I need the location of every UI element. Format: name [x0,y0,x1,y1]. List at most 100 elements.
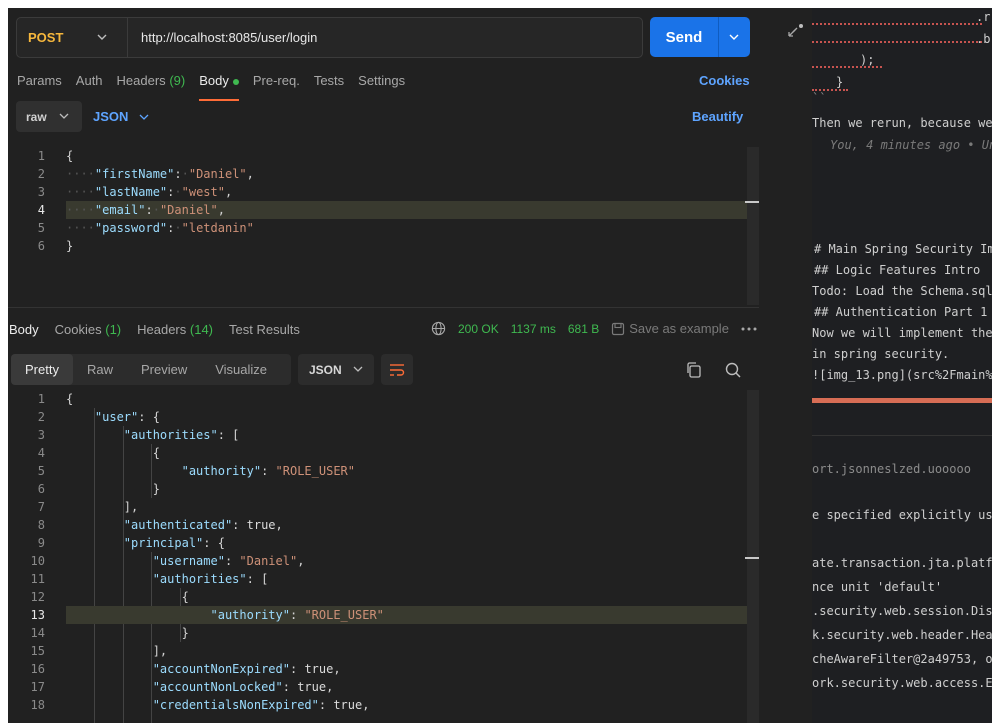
git-blame-annotation: You, 4 minutes ago • Un [830,138,992,152]
collapse-panel-icon[interactable] [785,22,805,42]
url-input[interactable]: http://localhost:8085/user/login [141,18,317,57]
code-line: ····"firstName":·"Daniel", [66,167,254,181]
search-icon[interactable] [724,361,742,379]
body-language-select[interactable]: JSON [93,101,150,132]
json-key: "email" [94,203,146,217]
tab-params[interactable]: Params [17,73,62,93]
tab-response-body[interactable]: Body [9,322,39,337]
tool-window-separator[interactable] [812,435,992,436]
code-line: } [66,482,160,496]
doc-text: Now we will implement the [812,326,992,340]
log-text: ate.transaction.jta.platfo [812,556,992,570]
response-meta: 200 OK 1137 ms 681 B Save as example [431,321,757,336]
json-value: "Daniel" [239,554,298,568]
scroll-marker [745,557,759,559]
tab-pre-request[interactable]: Pre-req. [253,73,300,93]
line-number: 4 [37,446,45,460]
code-text: `` [812,91,827,105]
chevron-down-icon [353,366,363,372]
line-number: 1 [37,392,45,406]
code-line: "authorities": [ [152,572,269,586]
code-line: ····"email":·"Daniel", [66,203,225,217]
json-value: "ROLE_USER" [304,608,384,622]
tab-label: Pre-req. [252,73,300,88]
tab-body[interactable]: Body [199,73,239,101]
json-key: "accountNonExpired" [152,662,290,676]
json-value: "Daniel" [188,167,247,181]
send-divider [718,17,719,57]
chevron-down-icon[interactable] [727,30,741,44]
log-text: e specified explicitly usi [812,508,992,522]
more-options-icon[interactable] [741,326,757,332]
method-select[interactable]: POST [17,18,128,57]
log-text: ort.jsonneslzed.uooooo [812,462,971,476]
tab-label: Params [17,73,62,88]
request-bar: POST http://localhost:8085/user/login [16,17,643,58]
tab-label: Settings [358,73,406,88]
view-pretty[interactable]: Pretty [11,354,73,385]
tab-auth[interactable]: Auth [76,73,103,93]
view-preview[interactable]: Preview [127,354,201,385]
pane-divider[interactable] [8,307,759,308]
view-raw[interactable]: Raw [73,354,127,385]
body-mode-label: raw [26,109,47,124]
tab-tests[interactable]: Tests [314,73,344,93]
tab-response-headers[interactable]: Headers (14) [137,322,213,337]
line-number: 7 [37,500,45,514]
line-number: 3 [37,185,45,199]
copy-icon[interactable] [685,361,703,379]
line-number: 5 [37,221,45,235]
response-body-viewer[interactable]: 1{ 2 "user": { 3 "authorities": [ 4 { 5 … [8,390,759,723]
json-key: "authority" [210,608,290,622]
beautify-button[interactable]: Beautify [692,109,743,124]
code-line: ····"lastName":·"west", [66,185,233,199]
modified-dot [232,78,239,85]
json-value: "letdanin" [181,221,254,235]
tab-label: Auth [75,73,103,88]
code-line: "user": { [94,410,160,424]
method-label: POST [28,30,64,45]
line-number: 18 [30,698,45,712]
line-number: 1 [37,149,45,163]
response-size[interactable]: 681 B [568,322,599,336]
tab-test-results[interactable]: Test Results [229,322,300,337]
code-line: "principal": { [123,536,225,550]
line-number: 2 [37,410,45,424]
json-key: "username" [152,554,225,568]
response-format-select[interactable]: JSON [298,354,374,385]
code-text: .b [976,32,991,46]
code-text: ); [860,53,875,67]
tab-count: (1) [105,322,122,337]
body-mode-select[interactable]: raw [16,101,82,132]
code-line: "accountNonExpired": true, [152,662,341,676]
chevron-down-icon [97,34,107,40]
line-number: 4 [37,203,45,217]
tab-settings[interactable]: Settings [358,73,405,93]
log-text: k.security.web.header.Hea [812,628,992,642]
save-as-example-button[interactable]: Save as example [629,321,729,336]
send-button[interactable]: Send [650,17,750,57]
tab-headers[interactable]: Headers (9) [117,73,186,93]
response-time[interactable]: 1137 ms [511,322,556,336]
json-key: "credentialsNonExpired" [152,698,319,712]
json-key: "user" [94,410,139,424]
line-number: 6 [37,239,45,253]
status-code[interactable]: 200 OK [458,322,499,336]
json-value: true [333,698,363,712]
chevron-down-icon [139,114,149,120]
editor-scrollbar[interactable] [747,147,759,305]
request-body-editor[interactable]: 1 { 2 ····"firstName":·"Daniel", 3 ····"las… [8,147,759,305]
line-number: 12 [30,590,45,604]
view-visualize[interactable]: Visualize [201,354,281,385]
tab-count: (14) [189,322,214,337]
wrap-lines-button[interactable] [381,354,413,385]
json-key: "lastName" [94,185,168,199]
json-key: "authenticated" [123,518,233,532]
json-value: true [297,680,327,694]
line-number: 13 [30,608,45,622]
cookies-link[interactable]: Cookies [699,73,750,88]
globe-icon[interactable] [431,321,446,336]
tab-response-cookies[interactable]: Cookies (1) [55,322,121,337]
format-label: JSON [309,362,342,377]
code-line: ], [66,500,139,514]
